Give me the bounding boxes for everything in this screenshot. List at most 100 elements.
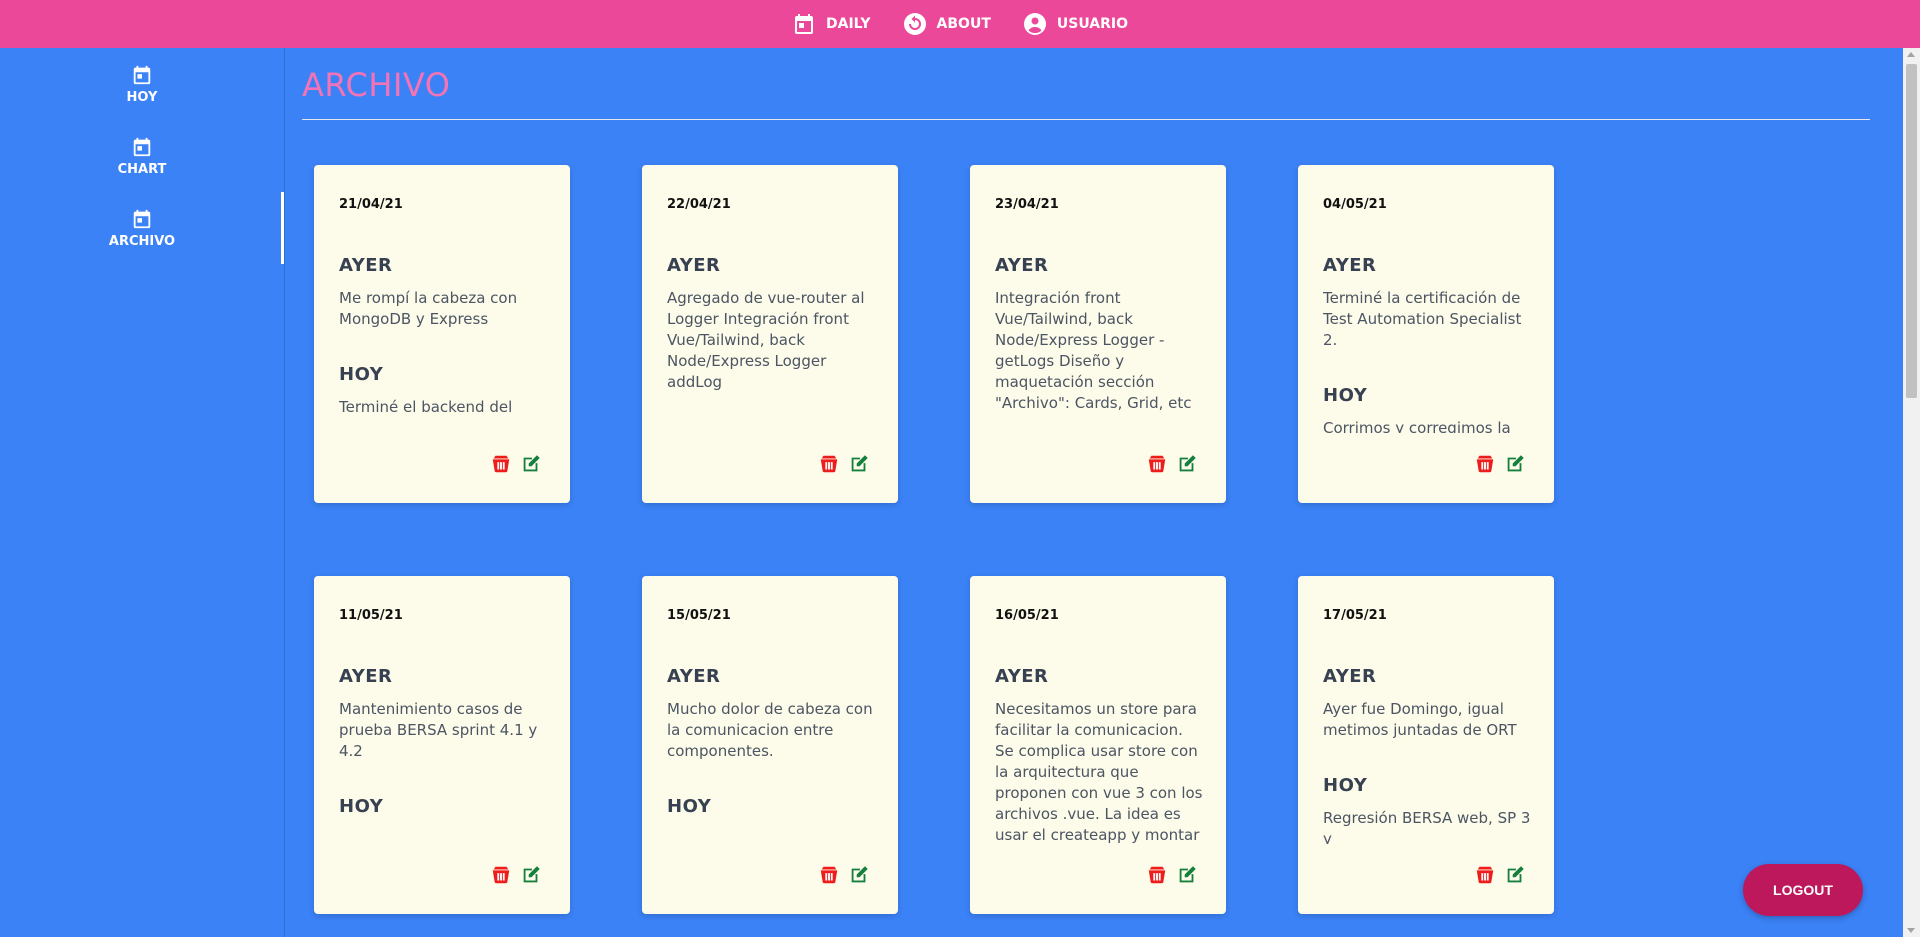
log-card: 21/04/21 AYER Me rompí la cabeza con Mon…: [314, 165, 570, 503]
delete-icon: [1148, 866, 1166, 884]
card-hoy-text: Corrimos y corregimos la: [1323, 419, 1511, 433]
card-body[interactable]: AYER Agregado de vue-router al Logger In…: [667, 255, 877, 433]
card-hoy-heading: HOY: [667, 796, 712, 817]
delete-icon: [1476, 455, 1494, 473]
edit-button[interactable]: [1176, 864, 1198, 886]
delete-button[interactable]: [818, 453, 840, 475]
nav-usuario[interactable]: USUARIO: [1023, 12, 1128, 36]
delete-button[interactable]: [490, 453, 512, 475]
edit-button[interactable]: [1504, 453, 1526, 475]
card-ayer-heading: AYER: [1323, 255, 1377, 276]
card-ayer-text: Terminé la certificación de Test Automat…: [1323, 289, 1522, 349]
card-ayer-text: Ayer fue Domingo, igual metimos juntadas…: [1323, 700, 1517, 739]
delete-button[interactable]: [1146, 453, 1168, 475]
sidebar-item-label: CHART: [117, 161, 167, 177]
delete-icon: [820, 455, 838, 473]
scrollbar-thumb[interactable]: [1906, 64, 1917, 398]
card-date: 04/05/21: [1323, 197, 1387, 212]
nav-usuario-label: USUARIO: [1056, 16, 1128, 32]
log-card: 16/05/21 AYER Necesitamos un store para …: [970, 576, 1226, 914]
delete-icon: [492, 455, 510, 473]
log-card: 04/05/21 AYER Terminé la certificación d…: [1298, 165, 1554, 503]
sidebar-item-label: HOY: [126, 89, 158, 105]
card-ayer-heading: AYER: [995, 255, 1049, 276]
delete-icon: [1148, 455, 1166, 473]
edit-icon: [523, 866, 540, 883]
main-content: ARCHIVO 21/04/21 AYER Me rompí la cabeza…: [302, 48, 1870, 937]
sidebar-item-archivo[interactable]: ARCHIVO: [0, 192, 284, 264]
log-card: 23/04/21 AYER Integración front Vue/Tail…: [970, 165, 1226, 503]
delete-button[interactable]: [1146, 864, 1168, 886]
card-body[interactable]: AYER Terminé la certificación de Test Au…: [1323, 255, 1533, 433]
card-ayer-heading: AYER: [1323, 666, 1377, 687]
card-body[interactable]: AYER Me rompí la cabeza con MongoDB y Ex…: [339, 255, 549, 433]
card-body[interactable]: AYER Necesitamos un store para facilitar…: [995, 666, 1205, 844]
calendar-icon: [133, 137, 151, 156]
page-title: ARCHIVO: [302, 66, 451, 104]
card-ayer-heading: AYER: [667, 255, 721, 276]
edit-icon: [851, 455, 868, 472]
edit-button[interactable]: [1504, 864, 1526, 886]
card-body[interactable]: AYER Mucho dolor de cabeza con la comuni…: [667, 666, 877, 844]
card-date: 17/05/21: [1323, 608, 1387, 623]
edit-button[interactable]: [1176, 453, 1198, 475]
delete-button[interactable]: [490, 864, 512, 886]
edit-button[interactable]: [520, 453, 542, 475]
log-card: 22/04/21 AYER Agregado de vue-router al …: [642, 165, 898, 503]
nav-daily[interactable]: DAILY: [792, 12, 871, 36]
nav-daily-label: DAILY: [826, 16, 871, 32]
card-ayer-text: Necesitamos un store para facilitar la c…: [995, 700, 1203, 844]
delete-icon: [1476, 866, 1494, 884]
sidebar-item-hoy[interactable]: HOY: [0, 48, 284, 120]
delete-button[interactable]: [1474, 864, 1496, 886]
calendar-icon: [795, 14, 813, 34]
card-date: 16/05/21: [995, 608, 1059, 623]
logout-button[interactable]: LOGOUT: [1743, 864, 1863, 916]
card-ayer-text: Mucho dolor de cabeza con la comunicacio…: [667, 700, 873, 760]
delete-button[interactable]: [818, 864, 840, 886]
card-ayer-text: Mantenimiento casos de prueba BERSA spri…: [339, 700, 538, 760]
scroll-up-arrow-icon[interactable]: [1907, 52, 1915, 57]
card-ayer-text: Me rompí la cabeza con MongoDB y Express: [339, 289, 518, 328]
card-ayer-heading: AYER: [339, 666, 393, 687]
edit-button[interactable]: [848, 453, 870, 475]
edit-button[interactable]: [848, 864, 870, 886]
log-card: 15/05/21 AYER Mucho dolor de cabeza con …: [642, 576, 898, 914]
edit-icon: [1179, 455, 1196, 472]
sidebar: HOY CHART ARCHIVO: [0, 48, 285, 937]
card-body[interactable]: AYER Integración front Vue/Tailwind, bac…: [995, 255, 1205, 433]
card-ayer-text: Agregado de vue-router al Logger Integra…: [667, 289, 865, 391]
sidebar-item-chart[interactable]: CHART: [0, 120, 284, 192]
card-body[interactable]: AYER Ayer fue Domingo, igual metimos jun…: [1323, 666, 1533, 844]
delete-button[interactable]: [1474, 453, 1496, 475]
card-date: 22/04/21: [667, 197, 731, 212]
delete-icon: [820, 866, 838, 884]
edit-icon: [1507, 866, 1524, 883]
calendar-icon: [133, 65, 151, 84]
nav-about[interactable]: ABOUT: [903, 12, 991, 36]
title-divider: [302, 119, 1870, 120]
edit-icon: [1507, 455, 1524, 472]
top-navbar: DAILY ABOUT USUARIO: [0, 0, 1920, 48]
card-date: 15/05/21: [667, 608, 731, 623]
card-ayer-heading: AYER: [667, 666, 721, 687]
card-hoy-text: Regresión BERSA web, SP 3 y: [1323, 809, 1531, 844]
card-ayer-heading: AYER: [995, 666, 1049, 687]
log-card: 11/05/21 AYER Mantenimiento casos de pru…: [314, 576, 570, 914]
log-card: 17/05/21 AYER Ayer fue Domingo, igual me…: [1298, 576, 1554, 914]
card-hoy-heading: HOY: [1323, 775, 1368, 796]
card-hoy-heading: HOY: [339, 796, 384, 817]
edit-button[interactable]: [520, 864, 542, 886]
nav-about-label: ABOUT: [936, 16, 991, 32]
calendar-icon: [133, 209, 151, 228]
edit-icon: [851, 866, 868, 883]
card-hoy-text: Terminé el backend del: [339, 398, 513, 416]
card-ayer-heading: AYER: [339, 255, 393, 276]
scroll-down-arrow-icon[interactable]: [1907, 928, 1915, 933]
delete-icon: [492, 866, 510, 884]
card-date: 23/04/21: [995, 197, 1059, 212]
card-date: 11/05/21: [339, 608, 403, 623]
card-body[interactable]: AYER Mantenimiento casos de prueba BERSA…: [339, 666, 549, 844]
card-hoy-heading: HOY: [1323, 385, 1368, 406]
page-scrollbar[interactable]: [1903, 48, 1920, 937]
